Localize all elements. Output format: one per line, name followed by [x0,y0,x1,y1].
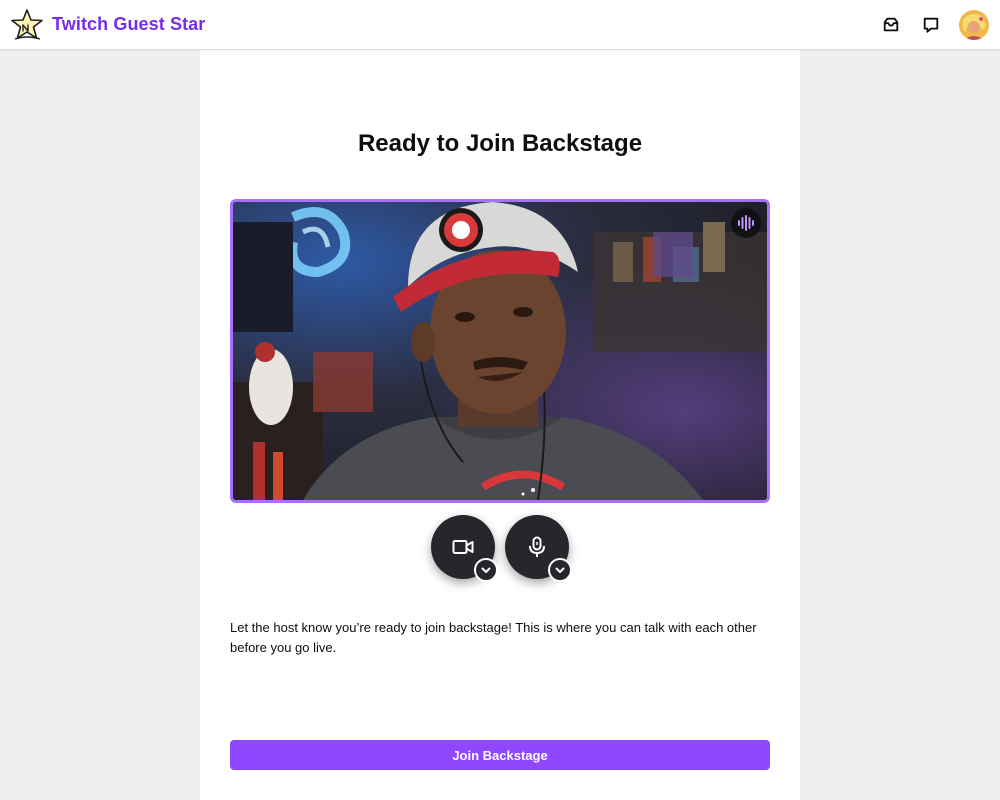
join-backstage-button[interactable]: Join Backstage [230,740,770,770]
backstage-description: Let the host know you’re ready to join b… [230,620,757,655]
camera-preview-image [233,202,767,500]
media-controls [200,515,800,585]
chevron-down-icon [481,567,491,573]
top-bar: Twitch Guest Star [0,0,1000,50]
camera-preview [230,199,770,503]
chevron-down-icon [555,567,565,573]
camera-toggle-button[interactable] [431,515,498,582]
user-avatar [959,9,989,40]
star-logo-icon [11,8,43,40]
microphone-icon [529,536,545,557]
backstage-panel: Ready to Join Backstage Let the host kno… [200,50,800,800]
camera-icon [452,540,474,554]
brand[interactable]: Twitch Guest Star [10,8,205,42]
page-title: Ready to Join Backstage [357,130,643,157]
user-menu-button[interactable] [958,9,990,41]
whisper-icon [923,17,939,33]
microphone-options-button[interactable] [548,558,572,582]
audio-wave-icon [738,215,754,231]
audio-level-indicator[interactable] [731,208,761,238]
whispers-button[interactable] [918,12,944,38]
inbox-icon [883,17,899,31]
app-title: Twitch Guest Star [52,14,206,34]
microphone-toggle-button[interactable] [505,515,572,582]
inbox-button[interactable] [878,12,904,38]
camera-options-button[interactable] [474,558,498,582]
